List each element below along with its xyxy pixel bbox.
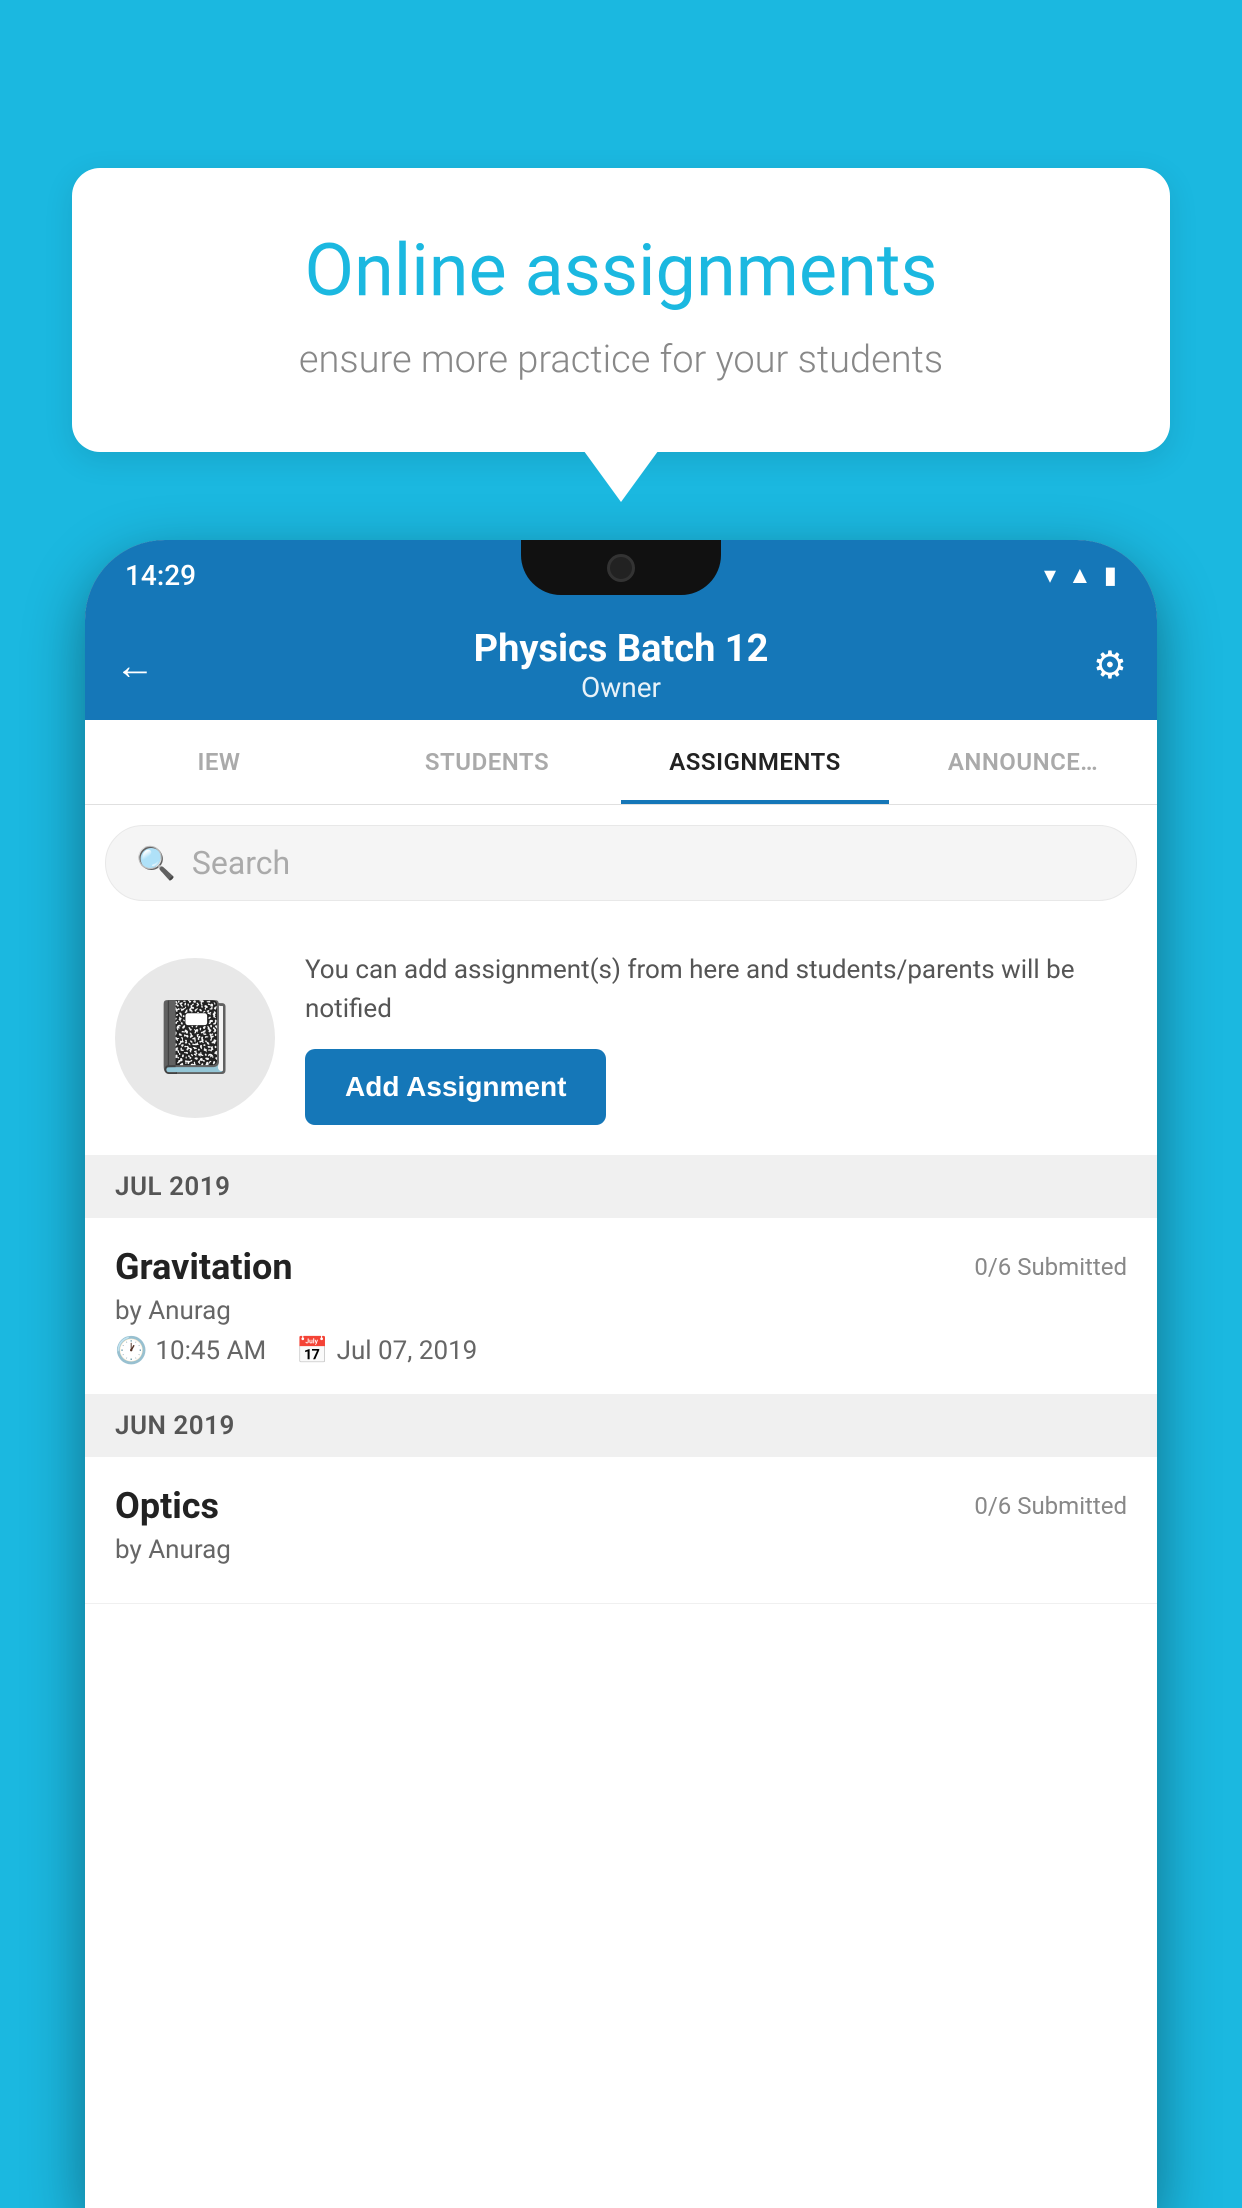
search-icon: 🔍 xyxy=(136,844,176,882)
tab-assignments[interactable]: ASSIGNMENTS xyxy=(621,720,889,804)
nav-subtitle: Owner xyxy=(474,671,769,704)
nav-bar: ← Physics Batch 12 Owner ⚙ xyxy=(85,610,1157,720)
nav-title: Physics Batch 12 xyxy=(474,627,769,671)
meta-time: 🕐 10:45 AM xyxy=(115,1336,266,1366)
speech-bubble: Online assignments ensure more practice … xyxy=(72,168,1170,452)
section-header-jun: JUN 2019 xyxy=(85,1395,1157,1457)
assignment-icon-circle: 📓 xyxy=(115,958,275,1118)
assignment-item-gravitation[interactable]: Gravitation 0/6 Submitted by Anurag 🕐 10… xyxy=(85,1218,1157,1395)
assignment-submitted-optics: 0/6 Submitted xyxy=(974,1492,1127,1520)
search-bar[interactable]: 🔍 Search xyxy=(105,825,1137,901)
section-header-jul: JUL 2019 xyxy=(85,1156,1157,1218)
battery-icon: ▮ xyxy=(1104,561,1117,589)
phone-inner: 14:29 ▾ ▲ ▮ ← Physics Batch 12 Owner ⚙ I… xyxy=(85,540,1157,2208)
bubble-title: Online assignments xyxy=(132,228,1110,314)
assignment-name-optics: Optics xyxy=(115,1485,219,1527)
assignment-item-header-optics: Optics 0/6 Submitted xyxy=(115,1485,1127,1527)
phone-camera xyxy=(607,554,635,582)
tab-announcements[interactable]: ANNOUNCE… xyxy=(889,720,1157,804)
assignment-item-optics[interactable]: Optics 0/6 Submitted by Anurag xyxy=(85,1457,1157,1604)
assignment-time: 10:45 AM xyxy=(155,1336,266,1366)
tab-students[interactable]: STUDENTS xyxy=(353,720,621,804)
screen-content: 🔍 Search 📓 You can add assignment(s) fro… xyxy=(85,805,1157,2208)
assignment-info: You can add assignment(s) from here and … xyxy=(305,951,1127,1125)
assignment-name: Gravitation xyxy=(115,1246,293,1288)
add-assignment-card: 📓 You can add assignment(s) from here an… xyxy=(85,921,1157,1156)
bubble-subtitle: ensure more practice for your students xyxy=(132,338,1110,382)
assignment-by: by Anurag xyxy=(115,1296,1127,1326)
tab-iew[interactable]: IEW xyxy=(85,720,353,804)
add-assignment-button[interactable]: Add Assignment xyxy=(305,1049,606,1125)
assignment-description: You can add assignment(s) from here and … xyxy=(305,951,1127,1029)
phone-frame: 14:29 ▾ ▲ ▮ ← Physics Batch 12 Owner ⚙ I… xyxy=(85,540,1157,2208)
calendar-icon: 📅 xyxy=(296,1336,328,1366)
assignment-item-header: Gravitation 0/6 Submitted xyxy=(115,1246,1127,1288)
clock-icon: 🕐 xyxy=(115,1336,147,1366)
back-button[interactable]: ← xyxy=(115,642,155,689)
status-icons: ▾ ▲ ▮ xyxy=(1044,561,1117,590)
settings-button[interactable]: ⚙ xyxy=(1093,643,1127,688)
wifi-icon: ▾ xyxy=(1044,561,1056,589)
signal-icon: ▲ xyxy=(1068,561,1092,590)
meta-date: 📅 Jul 07, 2019 xyxy=(296,1336,477,1366)
search-placeholder: Search xyxy=(192,844,290,882)
assignment-submitted: 0/6 Submitted xyxy=(974,1253,1127,1281)
assignment-notebook-icon: 📓 xyxy=(151,997,238,1079)
nav-title-group: Physics Batch 12 Owner xyxy=(474,627,769,704)
tab-bar: IEW STUDENTS ASSIGNMENTS ANNOUNCE… xyxy=(85,720,1157,805)
status-time: 14:29 xyxy=(125,559,196,592)
assignment-meta: 🕐 10:45 AM 📅 Jul 07, 2019 xyxy=(115,1336,1127,1366)
assignment-by-optics: by Anurag xyxy=(115,1535,1127,1565)
assignment-date: Jul 07, 2019 xyxy=(337,1336,478,1366)
phone-notch xyxy=(521,540,721,595)
